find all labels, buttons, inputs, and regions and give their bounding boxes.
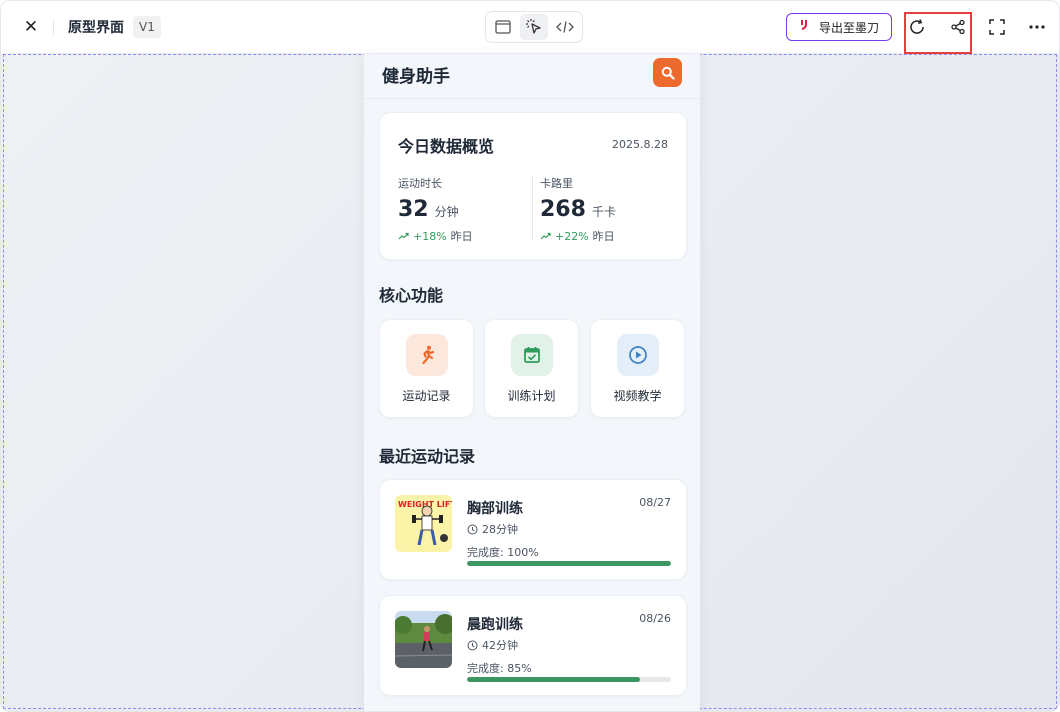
feature-icon-bg: [617, 334, 659, 376]
modao-logo-icon: [799, 19, 813, 35]
overview-date: 2025.8.28: [612, 138, 668, 151]
window-icon: [495, 20, 511, 34]
metric-change-percent: +22%: [555, 229, 589, 243]
clock-icon: [467, 640, 478, 650]
running-photo: [395, 611, 452, 668]
record-duration: 28分钟: [467, 521, 518, 537]
trend-up-icon: [540, 232, 551, 240]
record-progress-fill: [467, 677, 641, 682]
metric-unit: 千卡: [591, 205, 616, 219]
search-icon: [661, 66, 675, 80]
export-label: 导出至墨刀: [818, 20, 879, 35]
feature-video-tutorial[interactable]: 视频教学: [590, 319, 685, 418]
fullscreen-button[interactable]: [987, 17, 1007, 37]
feature-exercise-log[interactable]: 运动记录: [379, 319, 474, 418]
search-button[interactable]: [653, 58, 682, 87]
feature-training-plan[interactable]: 训练计划: [484, 319, 579, 418]
feature-label: 运动记录: [402, 389, 451, 403]
record-duration: 42分钟: [467, 637, 518, 653]
metric-unit: 分钟: [434, 205, 459, 219]
metric-change-percent: +18%: [413, 229, 447, 243]
select-mode-button[interactable]: [520, 14, 548, 40]
app-header: 健身助手: [364, 54, 700, 99]
page-title: 原型界面: [68, 20, 124, 36]
metric-divider: [532, 175, 533, 241]
metric-change-suffix: 昨日: [592, 230, 615, 243]
code-icon: [556, 21, 574, 33]
running-icon: [422, 345, 435, 365]
record-progress-label: 完成度: 85%: [467, 662, 532, 675]
metric-duration: 运动时长 32 分钟 +18% 昨日: [398, 175, 473, 244]
close-icon[interactable]: ✕: [21, 17, 41, 37]
app-title: 健身助手: [382, 67, 450, 87]
record-card[interactable]: 晨跑训练 08/26 42分钟 完成度: 85%: [379, 595, 687, 696]
mobile-prototype: 健身助手 今日数据概览 2025.8.28 运动时长 32 分钟 +18% 昨日: [364, 54, 700, 711]
record-progress-bar: [467, 561, 671, 566]
record-duration-text: 42分钟: [482, 639, 518, 652]
overview-title: 今日数据概览: [398, 137, 495, 156]
record-title: 晨跑训练: [467, 617, 523, 633]
cursor-click-icon: [526, 19, 541, 34]
record-card[interactable]: WEIGHT LIFT 胸部训练 08/27 28分钟 完成度: 100%: [379, 479, 687, 580]
record-duration-text: 28分钟: [482, 523, 518, 536]
more-button[interactable]: [1027, 17, 1047, 37]
feature-icon-bg: [511, 334, 553, 376]
metric-value: 32: [398, 197, 429, 222]
records-section-title: 最近运动记录: [379, 447, 476, 466]
selection-highlight: [904, 12, 972, 54]
features-section-title: 核心功能: [379, 286, 444, 305]
version-badge[interactable]: V1: [133, 16, 161, 38]
metric-change: +22% 昨日: [540, 228, 616, 244]
clock-icon: [467, 524, 478, 534]
metric-value: 268: [540, 197, 586, 222]
metric-change: +18% 昨日: [398, 228, 473, 244]
record-date: 08/27: [639, 496, 671, 509]
play-circle-icon: [629, 346, 647, 364]
top-toolbar: ✕ 原型界面 V1 导出至墨刀: [1, 1, 1059, 54]
preview-mode-button[interactable]: [489, 14, 517, 40]
trend-up-icon: [398, 232, 409, 240]
record-title: 胸部训练: [467, 501, 523, 517]
feature-icon-bg: [406, 334, 448, 376]
prototype-window: ✕ 原型界面 V1 导出至墨刀 健身助手 今日数据概览 2025.8.28 运动…: [0, 0, 1060, 712]
record-date: 08/26: [639, 612, 671, 625]
record-progress-bar: [467, 677, 671, 682]
view-mode-toggle: [485, 11, 583, 43]
calendar-check-icon: [524, 347, 540, 363]
record-progress-label: 完成度: 100%: [467, 546, 539, 559]
metric-calories: 卡路里 268 千卡 +22% 昨日: [540, 175, 616, 244]
metric-label: 运动时长: [398, 177, 442, 190]
more-icon: [1029, 25, 1045, 29]
weight-lifting-image: WEIGHT LIFT: [395, 495, 452, 552]
export-to-modao-button[interactable]: 导出至墨刀: [786, 13, 892, 41]
record-progress-fill: [467, 561, 671, 566]
metric-change-suffix: 昨日: [450, 230, 473, 243]
fullscreen-icon: [989, 19, 1005, 35]
overview-card: 今日数据概览 2025.8.28 运动时长 32 分钟 +18% 昨日 卡路里 …: [379, 112, 687, 260]
metric-label: 卡路里: [540, 177, 573, 190]
feature-label: 视频教学: [613, 389, 662, 403]
code-mode-button[interactable]: [551, 14, 579, 40]
feature-label: 训练计划: [507, 389, 556, 403]
toolbar-divider: [53, 19, 54, 35]
